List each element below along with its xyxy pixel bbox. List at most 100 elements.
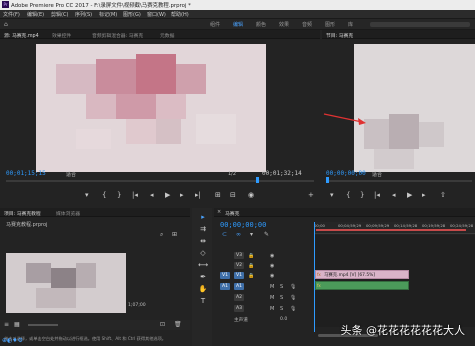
linked-icon[interactable]: ∞: [236, 231, 241, 238]
new-item-icon[interactable]: ⊡: [160, 321, 165, 328]
program-go-to-in-icon[interactable]: |◂: [374, 192, 380, 199]
timeline-ruler[interactable]: 00;00 00;04;59;29 00;09;59;29 00;14;59;2…: [314, 222, 475, 234]
export-frame-icon[interactable]: ◉: [248, 192, 254, 199]
program-step-forward-icon[interactable]: ▸: [422, 192, 426, 199]
program-marker-icon[interactable]: ▾: [330, 192, 334, 199]
program-mark-in-icon[interactable]: {: [346, 192, 350, 199]
program-step-back-icon[interactable]: ◂: [392, 192, 396, 199]
add-marker-icon[interactable]: ▾: [250, 231, 253, 238]
track-target-a2[interactable]: A2: [234, 294, 244, 301]
solo-a1-icon[interactable]: S: [280, 284, 283, 290]
close-tab-icon[interactable]: ×: [217, 209, 221, 215]
menu-marker[interactable]: 标记(M): [99, 11, 117, 18]
tab-audio-mixer[interactable]: 音频剪辑混合器: 马赛克: [92, 32, 143, 39]
step-forward-icon[interactable]: ▸: [180, 192, 184, 199]
eye-v3-icon[interactable]: ◉: [270, 253, 274, 259]
source-scrubber[interactable]: [6, 180, 314, 182]
mute-a2-icon[interactable]: M: [270, 295, 274, 301]
source-timecode[interactable]: 00;01;15;15: [6, 170, 46, 177]
insert-icon[interactable]: ⊞: [215, 192, 221, 199]
menu-sequence[interactable]: 序列(S): [75, 11, 92, 18]
snap-icon[interactable]: ⊂: [222, 231, 227, 238]
program-lift-icon[interactable]: ⇧: [440, 192, 446, 199]
mic-a1-icon[interactable]: 🎙: [290, 284, 296, 290]
tab-media-browser[interactable]: 媒体浏览器: [56, 210, 80, 217]
project-file[interactable]: 马赛克教程.prproj: [6, 221, 47, 228]
mute-a3-icon[interactable]: M: [270, 306, 274, 312]
tab-project[interactable]: 项目: 马赛克教程: [4, 210, 41, 217]
menu-window[interactable]: 窗口(W): [147, 11, 166, 18]
program-play-icon[interactable]: ▶: [407, 192, 412, 199]
tab-metadata[interactable]: 元数据: [160, 32, 174, 39]
menu-help[interactable]: 帮助(H): [171, 11, 189, 18]
mic-a3-icon[interactable]: 🎙: [290, 306, 296, 312]
eye-v1-icon[interactable]: ◉: [270, 273, 274, 279]
audio-clip[interactable]: fx: [315, 281, 409, 290]
slip-tool-icon[interactable]: ⟷: [198, 261, 208, 269]
track-source-v1[interactable]: V1: [220, 272, 230, 279]
workspace-audio[interactable]: 音频: [302, 21, 312, 28]
project-search-icon[interactable]: ⌕: [160, 231, 163, 239]
work-area-bar[interactable]: [316, 229, 466, 231]
mark-out-icon[interactable]: }: [117, 192, 121, 199]
workspace-editing[interactable]: 编辑: [233, 21, 243, 28]
wrench-icon[interactable]: ✎: [264, 231, 269, 238]
selection-tool-icon[interactable]: ▸: [198, 213, 208, 221]
menu-graphics[interactable]: 图形(G): [123, 11, 141, 18]
video-clip[interactable]: fx 马赛克.mp4 [V] [67.5%]: [315, 270, 409, 279]
track-target-a1[interactable]: A1: [234, 283, 244, 290]
add-button-icon[interactable]: +: [308, 192, 314, 199]
home-icon[interactable]: ⌂: [4, 21, 8, 28]
lock-v3-icon[interactable]: 🔒: [248, 253, 254, 259]
workspace-color[interactable]: 颜色: [256, 21, 266, 28]
eye-v2-icon[interactable]: ◉: [270, 263, 274, 269]
track-target-v2[interactable]: V2: [234, 262, 244, 269]
ripple-edit-icon[interactable]: ⇹: [198, 237, 208, 245]
menu-edit[interactable]: 编辑(E): [27, 11, 44, 18]
mark-in-icon[interactable]: {: [102, 192, 106, 199]
program-scrubber[interactable]: [326, 180, 472, 182]
program-fit[interactable]: 适合: [372, 171, 382, 178]
zoom-slider[interactable]: [28, 324, 58, 326]
solo-a3-icon[interactable]: S: [280, 306, 283, 312]
track-target-v1[interactable]: V1: [234, 272, 244, 279]
pen-tool-icon[interactable]: ✒: [198, 273, 208, 281]
tab-source[interactable]: 源: 马赛克.mp4: [4, 32, 39, 39]
track-select-icon[interactable]: ⇉: [198, 225, 208, 233]
track-source-a1[interactable]: A1: [220, 283, 230, 290]
source-page[interactable]: 1/2: [228, 171, 236, 177]
icon-view-icon[interactable]: ▦: [14, 321, 20, 328]
master-value[interactable]: 0.0: [280, 317, 287, 322]
marker-icon[interactable]: ▾: [85, 192, 89, 199]
step-back-icon[interactable]: ◂: [150, 192, 154, 199]
go-to-in-icon[interactable]: |◂: [132, 192, 138, 199]
project-thumbnail[interactable]: [6, 253, 126, 313]
hand-tool-icon[interactable]: ✋: [198, 285, 208, 293]
program-mark-out-icon[interactable]: }: [360, 192, 364, 199]
track-target-v3[interactable]: V3: [234, 252, 244, 259]
workspace-libraries[interactable]: 库: [348, 21, 353, 28]
trash-icon[interactable]: 🗑: [174, 321, 182, 328]
go-to-out-icon[interactable]: ▸|: [195, 192, 201, 199]
list-view-icon[interactable]: ≡: [4, 321, 9, 328]
type-tool-icon[interactable]: T: [198, 297, 208, 305]
source-playhead[interactable]: [256, 177, 259, 183]
tab-program[interactable]: 节目: 马赛克: [326, 32, 353, 39]
lock-v2-icon[interactable]: 🔒: [248, 263, 254, 269]
timeline-timecode[interactable]: 00;00;00;00: [220, 221, 266, 229]
overwrite-icon[interactable]: ⊟: [230, 192, 236, 199]
lock-v1-icon[interactable]: 🔒: [248, 273, 254, 279]
play-icon[interactable]: ▶: [165, 192, 170, 199]
source-fit[interactable]: 适合: [66, 171, 76, 178]
razor-tool-icon[interactable]: ◇: [198, 249, 208, 257]
mic-a2-icon[interactable]: 🎙: [290, 295, 296, 301]
workspace-graphics[interactable]: 图形: [325, 21, 335, 28]
workspace-effects[interactable]: 效果: [279, 21, 289, 28]
menu-clip[interactable]: 剪辑(C): [51, 11, 68, 18]
tab-sequence[interactable]: 马赛克: [225, 210, 239, 217]
program-playhead[interactable]: [326, 177, 329, 183]
project-new-bin-icon[interactable]: ⊞: [172, 231, 177, 238]
track-target-a3[interactable]: A3: [234, 305, 244, 312]
program-timecode[interactable]: 00;00;00;00: [326, 170, 366, 177]
menu-file[interactable]: 文件(F): [3, 11, 20, 18]
